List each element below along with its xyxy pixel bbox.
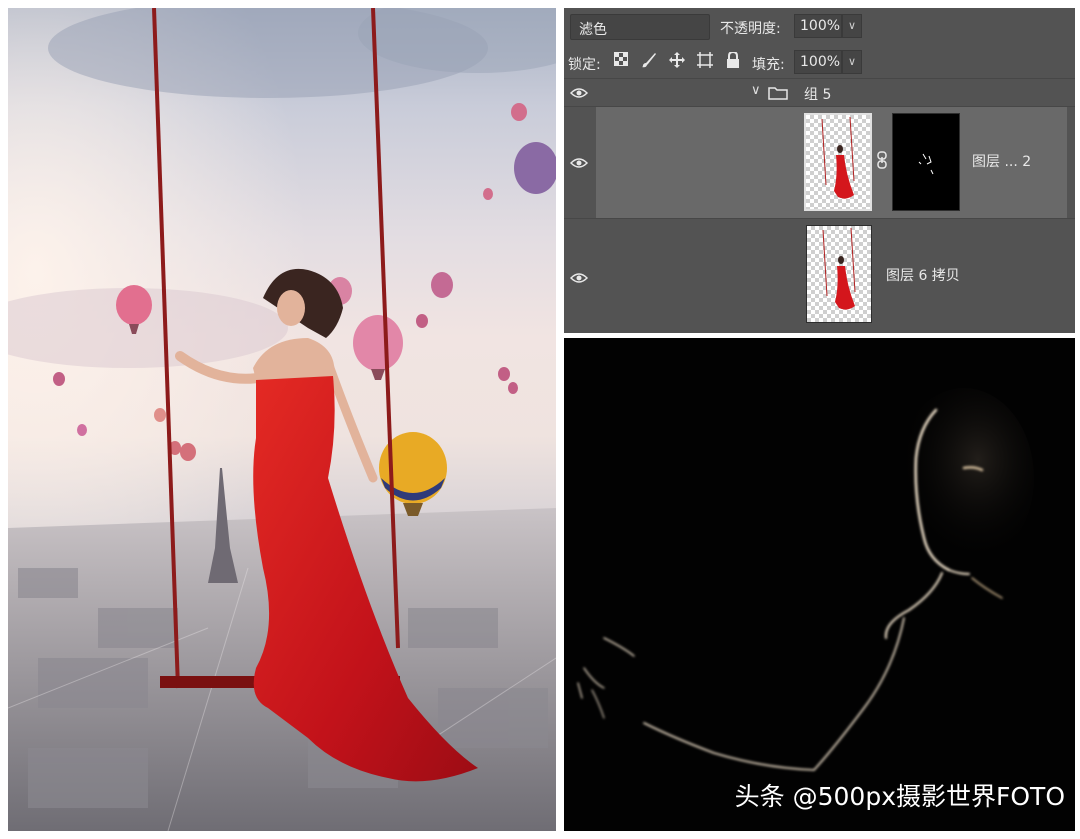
opacity-dropdown-button[interactable]: ∨ — [842, 14, 862, 38]
layer-name: 图层 ... 2 — [972, 154, 1032, 170]
chevron-down-icon: ⌄ — [579, 19, 590, 33]
folder-icon — [768, 87, 788, 100]
layer-row-selected[interactable]: 图层 ... 2 — [564, 106, 1075, 219]
lock-all-icon[interactable] — [724, 50, 742, 70]
opacity-value: 100% — [800, 18, 841, 34]
layer-thumbnail[interactable] — [804, 113, 872, 211]
eye-icon[interactable] — [570, 272, 588, 284]
eye-icon[interactable] — [570, 157, 588, 169]
layer-name: 图层 6 拷贝 — [886, 268, 960, 284]
layer-thumbnail[interactable] — [806, 225, 872, 323]
eye-icon[interactable] — [570, 87, 588, 99]
layer-row[interactable]: 图层 6 拷贝 — [564, 218, 1075, 334]
layers-panel: 滤色 ⌄ 不透明度: 100% ∨ 锁定: 填充: 100% ∨ ∨ 组 5 图… — [564, 8, 1075, 333]
photo-illustration — [8, 8, 556, 831]
fill-label: 填充: — [752, 57, 785, 73]
chevron-down-icon[interactable]: ∨ — [751, 83, 761, 98]
blend-mode-select[interactable]: 滤色 ⌄ — [570, 14, 710, 40]
layer-mask-thumbnail[interactable] — [892, 113, 960, 211]
composite-photo — [8, 8, 556, 831]
group-name: 组 5 — [804, 87, 832, 103]
link-chain-icon[interactable] — [876, 151, 888, 169]
blend-opacity-row: 滤色 ⌄ 不透明度: 100% ∨ — [564, 8, 1075, 48]
fill-field[interactable]: 100% — [794, 50, 842, 74]
layer-group-row[interactable]: ∨ 组 5 — [564, 78, 1075, 107]
lock-fill-row: 锁定: 填充: 100% ∨ — [564, 48, 1075, 78]
watermark-text: 头条 @500px摄影世界FOTO — [734, 782, 1065, 811]
rim-light-image: 头条 @500px摄影世界FOTO — [564, 338, 1075, 831]
fill-dropdown-button[interactable]: ∨ — [842, 50, 862, 74]
move-icon[interactable] — [668, 52, 686, 70]
artboard-icon[interactable] — [696, 52, 714, 70]
lock-transparent-pixels-icon[interactable] — [612, 52, 630, 70]
brush-icon[interactable] — [640, 52, 658, 70]
lock-label: 锁定: — [568, 57, 601, 73]
fill-value: 100% — [800, 54, 841, 70]
opacity-label: 不透明度: — [720, 21, 781, 37]
opacity-field[interactable]: 100% — [794, 14, 842, 38]
rim-light-illustration — [577, 388, 1034, 771]
